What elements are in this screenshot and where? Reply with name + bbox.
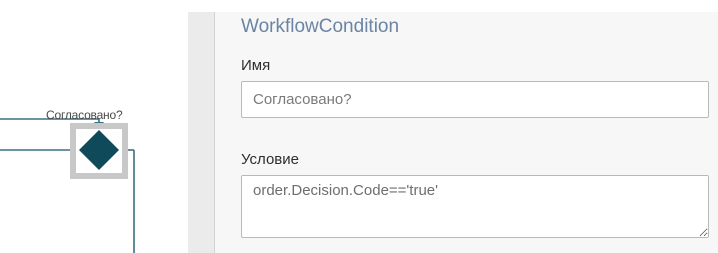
name-input[interactable] [241, 81, 709, 118]
workflow-canvas[interactable]: Согласовано? [0, 12, 188, 253]
condition-node-label: Согласовано? [46, 108, 123, 122]
workflow-diagram [0, 118, 135, 253]
panel-title: WorkflowCondition [241, 16, 400, 37]
condition-field-label: Условие [241, 151, 299, 168]
condition-textarea[interactable]: order.Decision.Code=='true' [241, 175, 709, 238]
condition-node-diamond[interactable] [79, 130, 119, 170]
name-field-label: Имя [241, 57, 271, 74]
properties-panel: WorkflowCondition Имя Условие order.Deci… [215, 12, 718, 253]
panel-splitter[interactable] [188, 12, 214, 253]
